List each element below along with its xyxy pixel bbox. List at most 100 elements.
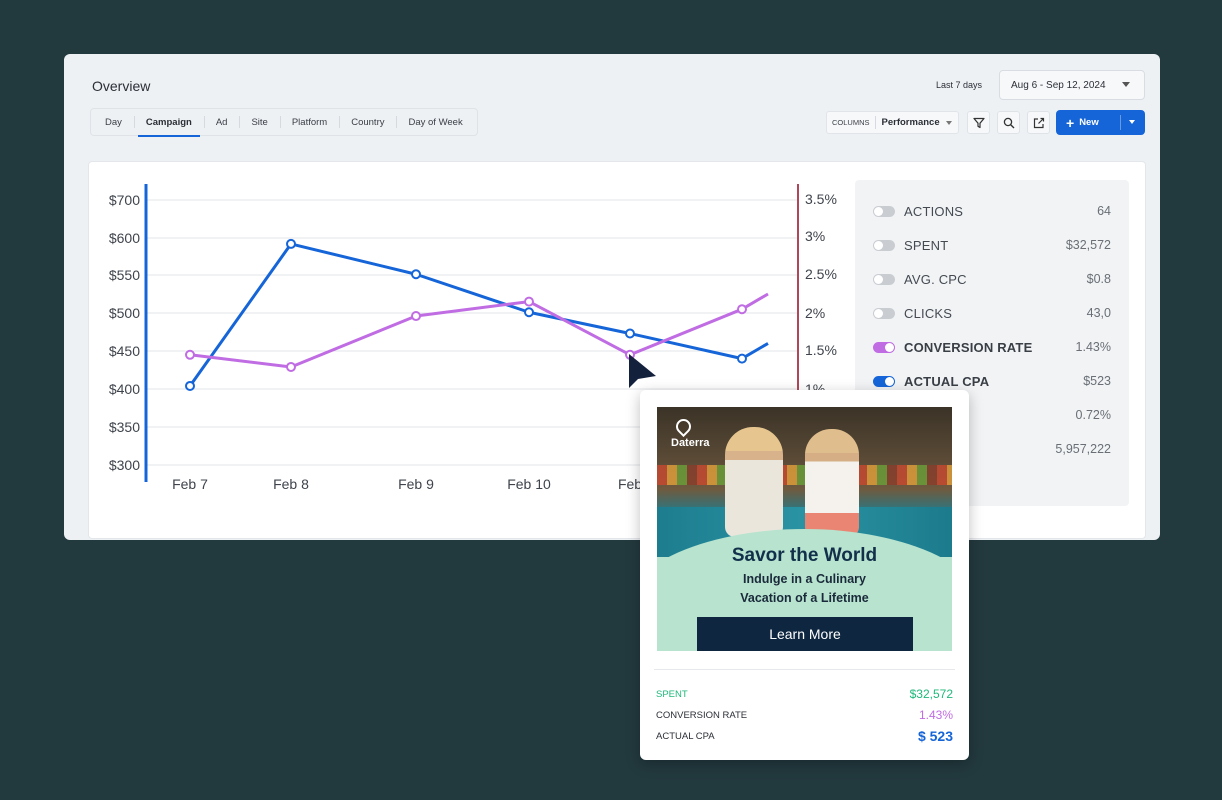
- data-point: [185, 380, 195, 391]
- data-point: [286, 361, 296, 372]
- y-tick-label: $350: [109, 419, 140, 435]
- y2-tick-label: 2%: [805, 305, 825, 321]
- y2-tick-label: 1.5%: [805, 342, 837, 358]
- ad-subline-1: Indulge in a Culinary: [743, 572, 866, 586]
- metric-name: ACTUAL CPA: [904, 373, 990, 389]
- chevron-down-icon[interactable]: [1129, 120, 1135, 124]
- metric-row[interactable]: CONVERSION RATE 1.43%: [873, 337, 1111, 357]
- metric-toggle[interactable]: [873, 239, 895, 251]
- learn-more-button[interactable]: Learn More: [697, 617, 913, 651]
- metric-name: CONVERSION RATE: [904, 339, 1033, 355]
- x-tick-label: Feb: [618, 476, 642, 492]
- new-button-label: New: [1079, 117, 1099, 128]
- metric-value: $32,572: [1065, 238, 1111, 252]
- ad-preview-popup: Daterra Savor the World Indulge in a Cul…: [640, 390, 969, 760]
- toggle-knob: [874, 206, 883, 216]
- search-icon: [1003, 117, 1014, 128]
- y2-tick-label: 3%: [805, 228, 825, 244]
- metric-row[interactable]: AVG. CPC $0.8: [873, 269, 1111, 289]
- export-icon: [1033, 117, 1044, 128]
- y-tick-label: $550: [109, 267, 140, 283]
- metric-toggle[interactable]: [873, 375, 895, 387]
- toggle-knob: [885, 376, 894, 386]
- y-tick-label: $400: [109, 381, 140, 397]
- tab-ad[interactable]: Ad: [203, 109, 240, 135]
- metric-row[interactable]: CLICKS 43,0: [873, 303, 1111, 323]
- series-line-1: [189, 292, 769, 369]
- popup-stat-value: $ 523: [917, 728, 953, 744]
- data-point: [625, 328, 635, 339]
- overview-panel: Overview Last 7 days Aug 6 - Sep 12, 202…: [64, 54, 1160, 540]
- date-range-select[interactable]: Aug 6 - Sep 12, 2024: [999, 70, 1145, 100]
- brand-logo: Daterra: [671, 415, 710, 449]
- metric-value: 5,957,222: [1055, 442, 1111, 456]
- tab-country[interactable]: Country: [339, 109, 396, 135]
- data-point: [524, 307, 534, 318]
- metric-toggle[interactable]: [873, 205, 895, 217]
- y2-tick-label: 2.5%: [805, 266, 837, 282]
- metric-value: 43,0: [1086, 306, 1111, 320]
- toggle-knob: [874, 308, 883, 318]
- export-button[interactable]: [1027, 111, 1050, 134]
- page-title: Overview: [92, 78, 151, 94]
- data-point: [185, 349, 195, 360]
- brand-name: Daterra: [671, 437, 710, 449]
- metric-toggle[interactable]: [873, 273, 895, 285]
- x-tick-label: Feb 10: [507, 476, 551, 492]
- metric-name: ACTIONS: [904, 203, 964, 219]
- popup-stat-value: 1.43%: [918, 708, 953, 722]
- filter-icon: [972, 117, 985, 128]
- tab-site[interactable]: Site: [239, 109, 279, 135]
- data-point: [411, 269, 421, 280]
- ad-photo-person: [805, 429, 859, 537]
- metric-row[interactable]: SPENT $32,572: [873, 235, 1111, 255]
- popup-stat-label: SPENT: [656, 688, 688, 700]
- metric-value: $523: [1083, 374, 1111, 388]
- metric-toggle[interactable]: [873, 341, 895, 353]
- data-point: [524, 296, 534, 307]
- popup-stat-label: ACTUAL CPA: [656, 730, 715, 742]
- metric-value: 64: [1097, 204, 1111, 218]
- mouse-cursor-icon: [629, 354, 656, 388]
- new-button[interactable]: + New: [1056, 110, 1145, 135]
- columns-select[interactable]: COLUMNS Performance: [826, 111, 959, 134]
- x-tick-label: Feb 7: [172, 476, 208, 492]
- ad-subline-2: Vacation of a Lifetime: [740, 591, 869, 605]
- toggle-knob: [874, 240, 883, 250]
- new-button-divider: [1120, 115, 1121, 130]
- metric-row[interactable]: ACTIONS 64: [873, 201, 1111, 221]
- search-button[interactable]: [997, 111, 1020, 134]
- popup-stat-row: CONVERSION RATE 1.43%: [656, 707, 953, 723]
- tab-platform[interactable]: Platform: [279, 109, 339, 135]
- popup-stat-value: $32,572: [909, 687, 953, 701]
- y-tick-label: $700: [109, 192, 140, 208]
- data-point: [737, 304, 747, 315]
- tab-day[interactable]: Day: [93, 109, 134, 135]
- tab-day-of-week[interactable]: Day of Week: [396, 109, 474, 135]
- data-point: [411, 311, 421, 322]
- chart-card: $700 $600 $550 $500 $450 $400 $350 $300 3.5% 3% 2.…: [88, 161, 1146, 539]
- x-tick-label: Feb 8: [273, 476, 309, 492]
- metric-value: 1.43%: [1075, 340, 1111, 354]
- location-pin-icon: [672, 415, 695, 438]
- divider: [654, 669, 955, 670]
- metric-toggle[interactable]: [873, 307, 895, 319]
- filter-button[interactable]: [967, 111, 990, 134]
- ad-subline: Indulge in a Culinary Vacation of a Life…: [657, 570, 952, 608]
- tab-campaign[interactable]: Campaign: [133, 109, 204, 137]
- columns-label: COLUMNS: [827, 116, 876, 129]
- metric-row[interactable]: ACTUAL CPA $523: [873, 371, 1111, 391]
- y-tick-label: $300: [109, 457, 140, 473]
- y2-tick-label: 3.5%: [805, 191, 837, 207]
- popup-stat-label: CONVERSION RATE: [656, 709, 748, 721]
- x-tick-label: Feb 9: [398, 476, 434, 492]
- chevron-down-icon: [945, 120, 952, 125]
- ad-headline: Savor the World: [731, 545, 878, 566]
- toggle-knob: [874, 274, 883, 284]
- toggle-knob: [885, 342, 894, 352]
- metric-value: $0.8: [1086, 272, 1111, 286]
- y-tick-label: $600: [109, 230, 140, 246]
- ad-creative[interactable]: Daterra Savor the World Indulge in a Cul…: [657, 407, 952, 651]
- popup-stat-row: SPENT $32,572: [656, 686, 953, 702]
- metric-name: AVG. CPC: [904, 271, 967, 287]
